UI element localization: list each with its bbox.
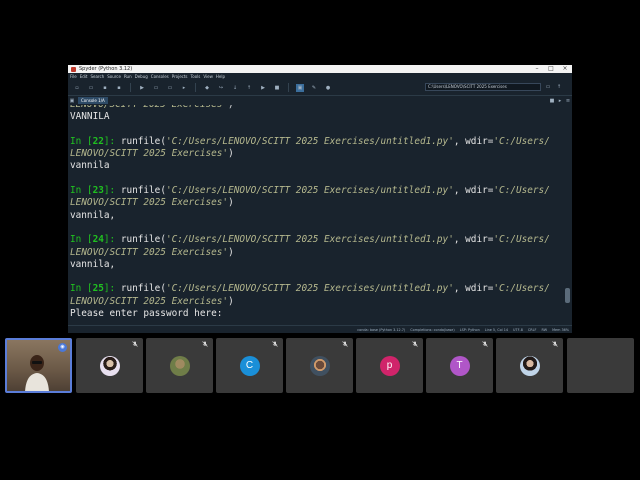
menu-tools[interactable]: Tools [191,74,201,79]
status-memory: Mem 36% [552,327,569,332]
participant-tile[interactable] [146,338,213,393]
spyder-app-icon [71,66,76,72]
menu-search[interactable]: Search [90,74,104,79]
ipython-console[interactable]: LENOVO/SCITT 2025 Exercises') VANNILA In… [68,105,572,325]
participant-tile[interactable]: T [426,338,493,393]
status-rw: RW [541,327,548,332]
console-output-line: vannila, [70,209,116,221]
menu-view[interactable]: View [203,74,213,79]
console-output: LENOVO/SCITT 2025 Exercises') VANNILA In… [70,105,564,320]
participant-tile[interactable] [76,338,143,393]
menu-source[interactable]: Source [107,74,121,79]
run-selection-icon[interactable]: ▸ [180,84,188,92]
main-toolbar: ▫ ▭ ▪ ▪ ▶ ▭ ▭ ▸ ◆ ↪ ↓ ↑ ▶ ■ ▣ ✎ ● C:\Use… [68,80,572,96]
console-line: In [23]: runfile('C:/Users/LENOVO/SCITT … [70,185,550,197]
console-line: LENOVO/SCITT 2025 Exercises') [70,197,234,209]
browse-folder-icon[interactable]: ▭ [545,84,551,90]
open-file-icon[interactable]: ▭ [87,84,95,92]
mic-muted-icon [202,341,208,347]
minimize-icon[interactable]: – [530,65,544,73]
participant-avatar: p [379,355,400,376]
scrollbar-thumb[interactable] [565,288,570,303]
menu-file[interactable]: File [70,74,77,79]
participant-avatar [169,355,190,376]
step-into-icon[interactable]: ↓ [231,84,239,92]
menu-edit[interactable]: Edit [80,74,88,79]
status-eol: CRLF [527,327,537,332]
step-icon[interactable]: ↪ [217,84,225,92]
status-bar: conda: base (Python 3.12.7) Completions:… [68,325,572,333]
options-icon[interactable]: ▸ [556,98,564,104]
participant-video-icon [25,355,49,391]
window-title: Spyder (Python 3.12) [79,66,133,72]
console-line: LENOVO/SCITT 2025 Exercises') [70,148,234,160]
save-all-icon[interactable]: ▪ [115,84,123,92]
menu-help[interactable]: Help [216,74,225,79]
status-encoding: UTF-8 [513,327,523,332]
menu-consoles[interactable]: Consoles [151,74,169,79]
pane-menu-icon[interactable]: ≡ [564,98,572,104]
participant-tile[interactable]: p [356,338,423,393]
participant-avatar [309,355,330,376]
console-line: In [22]: runfile('C:/Users/LENOVO/SCITT … [70,135,550,147]
participant-tile-empty [567,338,634,393]
maximize-icon[interactable]: □ [544,65,558,73]
mic-muted-icon [342,341,348,347]
participant-tile[interactable] [496,338,563,393]
stop-debug-icon[interactable]: ■ [273,84,281,92]
status-conda[interactable]: conda: base (Python 3.12.7) [357,328,405,332]
save-icon[interactable]: ▪ [101,84,109,92]
spyder-window: Spyder (Python 3.12) – □ × File Edit Sea… [68,65,572,333]
console-line: LENOVO/SCITT 2025 Exercises') [70,246,234,258]
menu-projects[interactable]: Projects [172,74,188,79]
new-file-icon[interactable]: ▫ [73,84,81,92]
tab-menu-icon[interactable]: ▣ [68,98,76,104]
mic-muted-icon [552,341,558,347]
title-bar: Spyder (Python 3.12) – □ × [68,65,572,73]
participant-avatar [519,355,540,376]
participant-avatar: T [449,355,470,376]
menu-run[interactable]: Run [124,74,132,79]
participant-tile-self[interactable]: ◉ [5,338,72,393]
continue-icon[interactable]: ▶ [259,84,267,92]
tab-console[interactable]: Console 1/A [78,97,108,104]
close-icon[interactable]: × [558,65,572,73]
console-line: In [25]: runfile('C:/Users/LENOVO/SCITT … [70,283,550,295]
status-completions: Completions: conda(base) [410,327,455,332]
debug-icon[interactable]: ◆ [203,84,211,92]
participant-avatar: C [239,355,260,376]
run-icon[interactable]: ▶ [138,84,146,92]
python-path-icon[interactable]: ● [324,84,332,92]
mic-muted-icon [272,341,278,347]
stop-kernel-icon[interactable]: ■ [548,98,556,104]
run-cell-advance-icon[interactable]: ▭ [166,84,174,92]
maximize-pane-icon[interactable]: ▣ [296,83,304,92]
console-scrollbar[interactable] [565,105,570,325]
console-output-line: VANNILA [70,111,110,123]
menu-debug[interactable]: Debug [135,74,148,79]
participant-tile[interactable] [286,338,353,393]
console-tab-bar: ▣ Console 1/A ■ ▸ ≡ [68,96,572,105]
speaking-icon: ◉ [58,343,67,352]
working-directory-field[interactable]: C:\Users\LENOVO\SCITT 2025 Exercises [425,83,541,91]
console-line: LENOVO/SCITT 2025 Exercises') [70,295,234,307]
console-output-line: vannila, [70,258,116,270]
step-return-icon[interactable]: ↑ [245,84,253,92]
console-output-line: vannila [70,160,110,172]
status-lsp: LSP: Python [459,327,480,332]
menu-bar: File Edit Search Source Run Debug Consol… [68,73,572,80]
mic-muted-icon [132,341,138,347]
password-prompt[interactable]: Please enter password here: [70,308,564,320]
run-cell-icon[interactable]: ▭ [152,84,160,92]
participant-avatar [99,355,120,376]
mic-muted-icon [412,341,418,347]
console-line: In [24]: runfile('C:/Users/LENOVO/SCITT … [70,234,550,246]
parent-dir-icon[interactable]: ↑ [556,84,562,90]
status-cursor: Line 5, Col 14 [484,327,509,332]
mic-muted-icon [482,341,488,347]
participant-tile[interactable]: C [216,338,283,393]
preferences-icon[interactable]: ✎ [310,84,318,92]
